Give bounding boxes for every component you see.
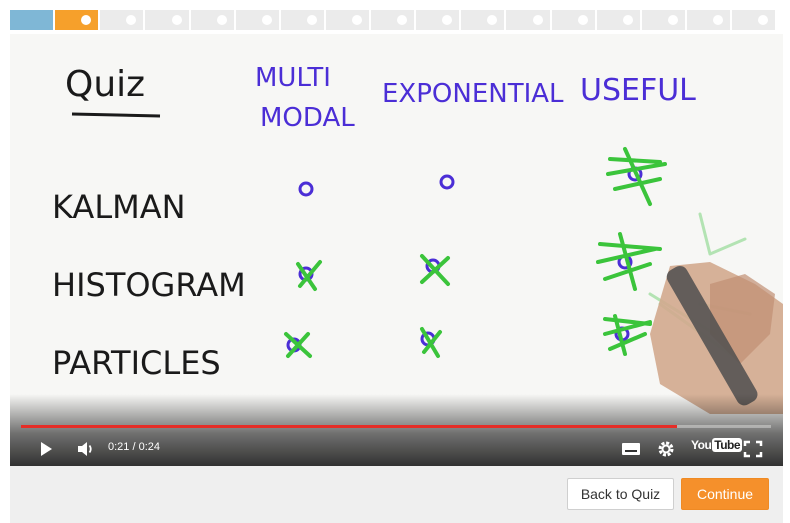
settings-button[interactable] [654,437,678,461]
column-header-modal: MODAL [260,103,355,133]
progress-segment[interactable] [551,10,597,30]
progress-dot [577,15,588,25]
row-label-histogram: HISTOGRAM [52,266,246,304]
captions-icon [622,443,640,455]
progress-dot [532,15,543,25]
progress-dot [261,15,272,25]
column-header-exponential: EXPONENTIAL [382,79,564,109]
particles-exponential-check [420,327,442,358]
progress-segment[interactable] [235,10,281,30]
progress-segment[interactable] [596,10,642,30]
kalman-useful-check [606,147,667,206]
progress-segment[interactable] [506,10,552,30]
volume-icon [78,442,92,456]
kalman-multimodal-circle [298,181,314,197]
progress-segment[interactable] [190,10,236,30]
particles-useful-check [603,314,652,356]
progress-segment[interactable] [325,10,371,30]
title-underline [71,112,161,118]
volume-button[interactable] [73,437,99,461]
youtube-logo[interactable]: You Tube [691,438,743,452]
row-label-particles: PARTICLES [52,344,221,382]
video-scrubber-played [21,425,678,428]
video-scrubber[interactable] [21,425,771,428]
progress-segment[interactable] [461,10,507,30]
play-button[interactable] [34,437,58,461]
progress-segment[interactable] [416,10,462,30]
captions-button[interactable] [619,437,643,461]
progress-segment[interactable] [371,10,417,30]
progress-segment[interactable] [10,10,56,30]
progress-segment[interactable] [100,10,146,30]
youtube-logo-you: You [691,438,712,452]
progress-segment[interactable] [145,10,191,30]
progress-segment[interactable] [732,10,778,30]
lesson-progress-bar [10,10,778,30]
progress-segment[interactable] [641,10,687,30]
progress-dot [126,15,137,25]
progress-dot [81,15,92,25]
back-to-quiz-button[interactable]: Back to Quiz [567,478,674,510]
progress-dot [442,15,453,25]
progress-dot [397,15,408,25]
progress-segment[interactable] [280,10,326,30]
histogram-multimodal-check [296,260,322,291]
progress-dot [216,15,227,25]
histogram-exponential-check [420,254,450,286]
progress-segment[interactable] [55,10,101,30]
whiteboard-title: Quiz [65,64,145,105]
progress-dot [758,15,769,25]
kalman-exponential-circle [439,174,455,190]
progress-dot [713,15,723,25]
progress-dot [352,15,362,25]
progress-dot [487,15,498,25]
video-player[interactable]: Quiz MULTI MODAL EXPONENTIAL USEFUL KALM… [10,34,783,466]
video-time: 0:21 / 0:24 [108,441,160,453]
particles-multimodal-check [284,332,312,358]
youtube-logo-tube: Tube [712,438,743,452]
fullscreen-icon [743,440,763,458]
progress-dot [171,15,182,25]
progress-dot [622,15,633,25]
row-label-kalman: KALMAN [52,188,186,226]
continue-button[interactable]: Continue [681,478,769,510]
column-header-useful: USEFUL [580,73,696,108]
progress-dot [306,15,317,25]
quiz-footer: Back to Quiz Continue [10,466,783,523]
presenter-hand [650,262,783,414]
gear-icon [658,441,674,457]
fullscreen-button[interactable] [740,437,766,461]
progress-dot [667,15,678,25]
histogram-useful-check [596,232,662,291]
column-header-multi: MULTI [255,63,331,93]
play-icon [41,442,52,456]
progress-segment[interactable] [686,10,732,30]
